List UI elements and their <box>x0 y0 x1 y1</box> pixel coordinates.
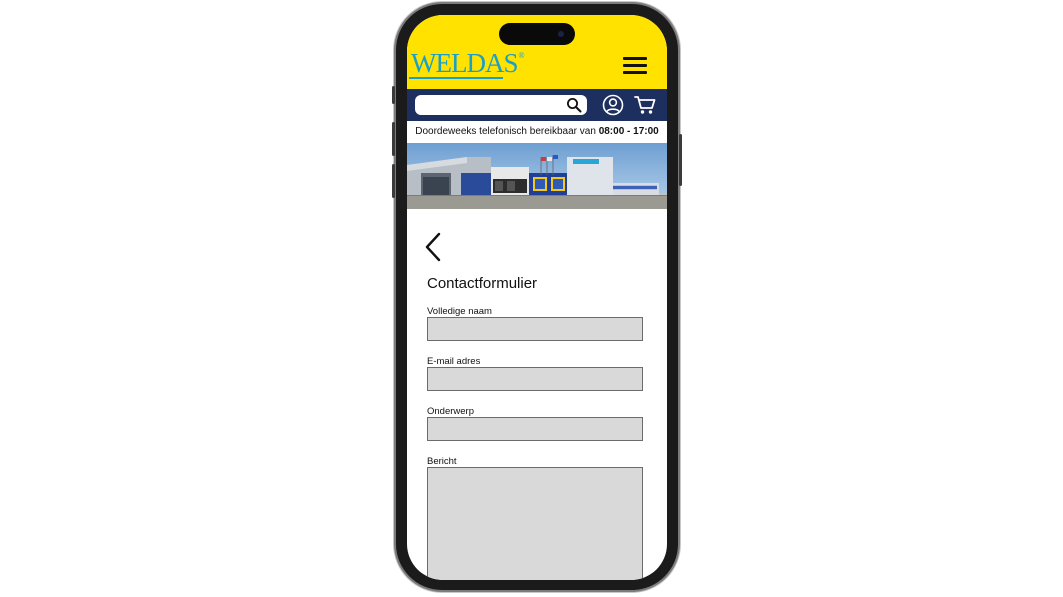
canvas: WELDAS® Doordeweeks telefonisch bereikba… <box>0 0 1063 597</box>
logo-registered-mark: ® <box>518 51 524 60</box>
search-bar <box>415 95 587 115</box>
search-input[interactable] <box>421 97 561 113</box>
logo-underline <box>409 77 503 79</box>
search-icon[interactable] <box>566 97 582 113</box>
email-field <box>427 367 643 391</box>
message-textarea[interactable] <box>428 468 642 580</box>
opening-hours-text: Doordeweeks telefonisch bereikbaar van <box>415 126 599 137</box>
opening-time: 08:00 <box>598 126 625 137</box>
time-separator: - <box>624 126 634 137</box>
weldas-logo[interactable]: WELDAS® <box>411 48 525 78</box>
search-navbar <box>407 89 667 121</box>
full-name-label: Volledige naam <box>427 306 492 317</box>
phone-power-button <box>679 134 682 186</box>
subject-label: Onderwerp <box>427 406 474 417</box>
email-label: E-mail adres <box>427 356 481 367</box>
subject-field <box>427 417 643 441</box>
message-field <box>427 467 643 580</box>
shopping-cart-icon[interactable] <box>633 94 657 116</box>
phone-action-button <box>392 86 395 104</box>
page-title: Contactformulier <box>427 275 538 292</box>
warehouse-banner-image <box>407 143 667 209</box>
logo-text: WELDAS <box>411 48 518 78</box>
user-account-icon[interactable] <box>601 93 625 117</box>
phone-volume-up-button <box>392 122 395 156</box>
full-name-input[interactable] <box>428 318 642 340</box>
email-input[interactable] <box>428 368 642 390</box>
subject-input[interactable] <box>428 418 642 440</box>
chevron-left-icon[interactable] <box>423 231 445 263</box>
camera-lens <box>558 31 564 37</box>
dynamic-island <box>499 23 575 45</box>
phone-screen: WELDAS® Doordeweeks telefonisch bereikba… <box>407 15 667 580</box>
opening-hours-notice: Doordeweeks telefonisch bereikbaar van 0… <box>407 121 667 143</box>
phone-frame: WELDAS® Doordeweeks telefonisch bereikba… <box>392 4 682 590</box>
full-name-field <box>427 317 643 341</box>
message-label: Bericht <box>427 456 457 467</box>
hamburger-menu-icon[interactable] <box>623 57 647 75</box>
phone-volume-down-button <box>392 164 395 198</box>
closing-time: 17:00 <box>633 126 659 137</box>
